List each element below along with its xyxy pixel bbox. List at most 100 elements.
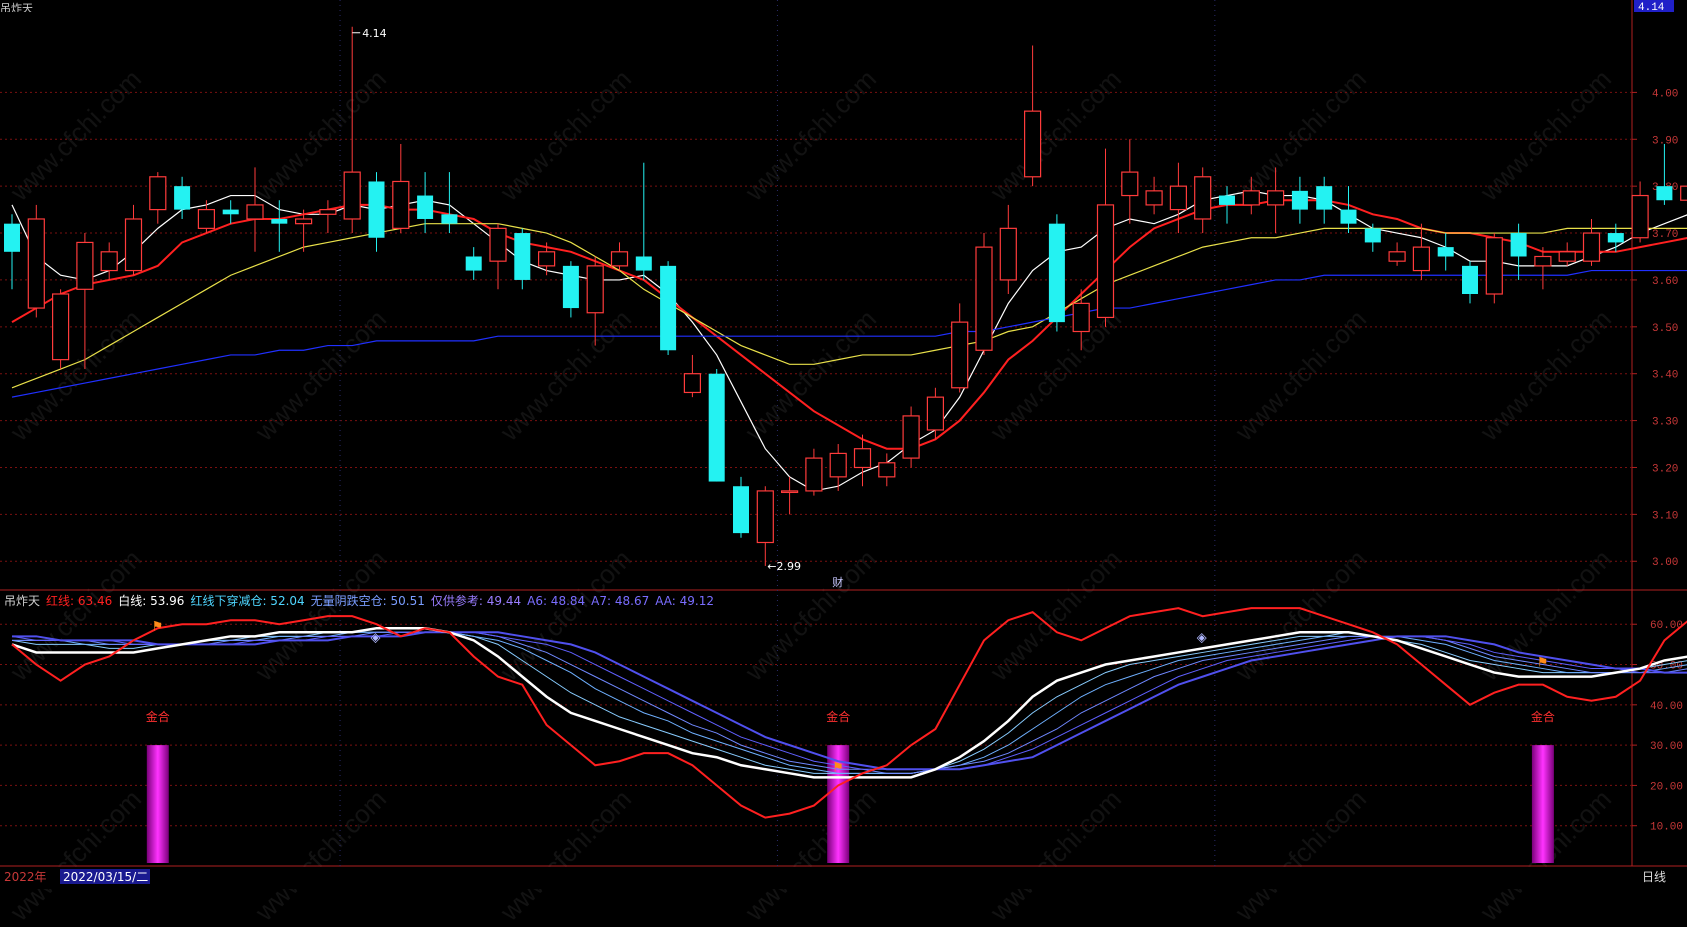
candle <box>1437 233 1454 271</box>
candle <box>975 233 993 355</box>
candle <box>1169 162 1188 234</box>
candle-body-down <box>514 233 531 280</box>
candle-body-up <box>780 490 799 494</box>
candle <box>1291 176 1308 224</box>
candle-body-up <box>1145 190 1163 206</box>
candle-body-up <box>1169 185 1188 211</box>
high-price-label: 4.14 <box>362 27 387 40</box>
ma-line-ma60 <box>11 269 1687 398</box>
candle <box>733 476 749 538</box>
candle <box>124 204 143 276</box>
candle <box>1656 143 1673 205</box>
candle <box>149 172 167 224</box>
indicator-tick-label: 20.00 <box>1650 781 1683 793</box>
candle <box>197 200 215 234</box>
candle-body-up <box>537 251 556 267</box>
candle <box>1048 214 1065 332</box>
candle <box>222 200 239 224</box>
candle-body-down <box>1291 190 1308 210</box>
candle <box>392 143 410 234</box>
candle-body-up <box>610 251 629 267</box>
candle-body-down <box>733 486 749 534</box>
candle <box>1266 167 1285 234</box>
candle <box>1582 218 1601 266</box>
cursor-date-label: 2022/03/15/二 <box>63 870 148 884</box>
candle-body-down <box>368 181 385 238</box>
candle-body-down <box>174 186 191 210</box>
candle-body-up <box>1072 302 1090 333</box>
candle-body-up <box>149 176 167 211</box>
candle <box>1534 247 1552 290</box>
candle <box>586 256 604 346</box>
indicator-tick-label: 40.00 <box>1650 701 1683 713</box>
candle <box>76 233 94 370</box>
candle <box>1631 181 1649 243</box>
candle-body-up <box>1023 110 1042 178</box>
person-marker-icon: ⚑ <box>152 619 164 634</box>
candle <box>756 486 774 566</box>
candle-body-up <box>975 246 993 351</box>
candle-body-down <box>465 256 482 271</box>
candle-body-up <box>51 293 70 361</box>
period-button: 日线 <box>1642 870 1666 884</box>
candle <box>708 369 725 482</box>
price-tick-label: 3.10 <box>1652 510 1678 522</box>
signal-label: 金合 <box>146 709 170 724</box>
current-price-label: 4.14 <box>1638 2 1665 14</box>
price-tick-label: 4.00 <box>1652 88 1678 100</box>
candle <box>100 242 118 280</box>
finance-marker: 财 <box>832 575 843 589</box>
candle-body-up <box>1582 232 1601 262</box>
candle-body-up <box>27 218 45 309</box>
candle <box>562 261 579 318</box>
candle-body-down <box>660 265 677 351</box>
candle <box>1462 261 1478 304</box>
candle <box>319 200 337 234</box>
indicator-tick-label: 10.00 <box>1650 822 1683 834</box>
candle-body-down <box>1316 186 1333 210</box>
candle <box>999 204 1017 294</box>
candle <box>465 247 482 280</box>
candlestick-chart-svg[interactable]: 3.003.103.203.303.403.503.603.703.803.90… <box>0 0 1687 889</box>
candle-body-up <box>489 227 507 262</box>
price-tick-label: 3.70 <box>1652 229 1678 241</box>
candle-body-up <box>926 396 945 431</box>
candle <box>489 223 507 290</box>
candle <box>1145 176 1163 215</box>
candle-body-up <box>1096 204 1115 319</box>
candle-body-down <box>1364 228 1381 243</box>
candle <box>1388 242 1406 266</box>
candle-body-up <box>683 373 702 394</box>
candle <box>51 289 70 370</box>
candle-body-up <box>1485 237 1503 295</box>
candle-body-up <box>586 265 604 314</box>
candle-body-up <box>392 180 410 229</box>
candle-body-up <box>319 209 337 215</box>
candle-body-up <box>246 204 264 220</box>
candle <box>1340 186 1357 234</box>
candle <box>829 444 847 491</box>
candle-body-up <box>1194 176 1212 220</box>
candle-body-up <box>951 321 969 389</box>
candle-body-up <box>1388 251 1406 262</box>
candle-body-down <box>441 214 458 224</box>
candle-body-down <box>1437 247 1454 257</box>
price-tick-label: 3.50 <box>1652 323 1678 335</box>
candle-body-up <box>1680 185 1687 201</box>
signal-bar <box>146 745 169 863</box>
candle-body-down <box>635 256 652 271</box>
candle <box>780 476 799 515</box>
candle <box>1194 167 1212 234</box>
candle <box>610 242 629 271</box>
candle-body-up <box>756 490 774 544</box>
candle <box>1485 233 1503 304</box>
ma-line-ma20 <box>11 223 1687 389</box>
candle-body-up <box>878 462 896 478</box>
candle-body-up <box>999 227 1017 281</box>
candle-body-up <box>295 218 313 225</box>
shield-marker-icon: ◈ <box>1197 630 1207 645</box>
candle-body-down <box>708 373 725 482</box>
indicator-tick-label: 30.00 <box>1650 741 1683 753</box>
price-tick-label: 3.40 <box>1652 370 1678 382</box>
person-marker-icon: ⚑ <box>832 760 844 775</box>
